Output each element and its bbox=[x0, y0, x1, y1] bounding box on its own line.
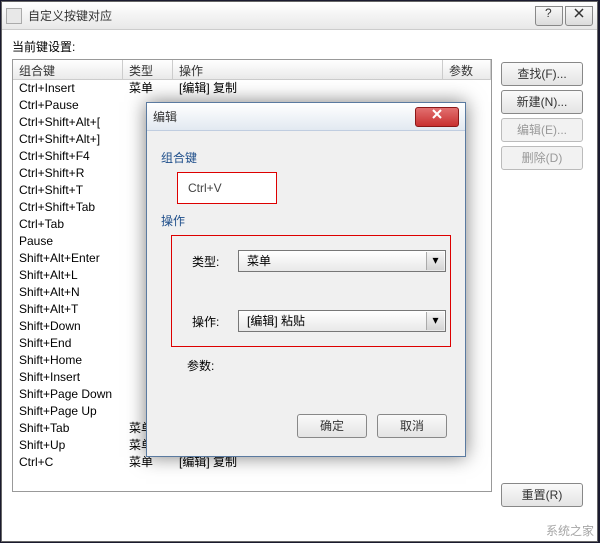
cell-combo: Ctrl+Shift+Tab bbox=[13, 199, 123, 216]
cancel-button[interactable]: 取消 bbox=[377, 414, 447, 438]
action-select[interactable]: [编辑] 粘贴 ▾ bbox=[238, 310, 446, 332]
action-group-label: 操作 bbox=[161, 212, 451, 229]
house-icon bbox=[516, 519, 542, 541]
close-main-button[interactable] bbox=[565, 6, 593, 26]
edit-body: 组合键 Ctrl+V 操作 类型: 菜单 ▾ 操作: [编辑] 粘贴 ▾ 参数: bbox=[147, 131, 465, 394]
cell-combo: Ctrl+Tab bbox=[13, 216, 123, 233]
cell-combo: Ctrl+Insert bbox=[13, 80, 123, 97]
main-titlebar: 自定义按键对应 ? bbox=[2, 2, 597, 30]
dialog-buttons: 确定 取消 bbox=[297, 414, 447, 442]
delete-button: 删除(D) bbox=[501, 146, 583, 170]
cell-combo: Shift+Down bbox=[13, 318, 123, 335]
edit-titlebar: 编辑 bbox=[147, 103, 465, 131]
table-header: 组合键 类型 操作 参数 bbox=[13, 60, 491, 80]
cell-action: [编辑] 复制 bbox=[173, 80, 443, 97]
svg-text:?: ? bbox=[545, 7, 552, 19]
cell-combo: Shift+Page Up bbox=[13, 403, 123, 420]
cell-combo: Ctrl+Pause bbox=[13, 97, 123, 114]
cell-combo: Shift+End bbox=[13, 335, 123, 352]
cell-combo: Pause bbox=[13, 233, 123, 250]
type-label: 类型: bbox=[192, 253, 238, 270]
cell-combo: Ctrl+Shift+Alt+[ bbox=[13, 114, 123, 131]
new-button[interactable]: 新建(N)... bbox=[501, 90, 583, 114]
cell-combo: Shift+Up bbox=[13, 437, 123, 454]
ok-button[interactable]: 确定 bbox=[297, 414, 367, 438]
help-button[interactable]: ? bbox=[535, 6, 563, 26]
cell-combo: Shift+Alt+T bbox=[13, 301, 123, 318]
cell-combo: Ctrl+Shift+F4 bbox=[13, 148, 123, 165]
table-row[interactable]: Ctrl+Insert菜单[编辑] 复制 bbox=[13, 80, 491, 97]
watermark-text: 系统之家 bbox=[546, 522, 594, 539]
cell-combo: Shift+Alt+Enter bbox=[13, 250, 123, 267]
close-icon[interactable] bbox=[415, 107, 459, 127]
col-type[interactable]: 类型 bbox=[123, 60, 173, 79]
cell-combo: Shift+Page Down bbox=[13, 386, 123, 403]
col-combo[interactable]: 组合键 bbox=[13, 60, 123, 79]
action-label: 操作: bbox=[192, 313, 238, 330]
find-button[interactable]: 查找(F)... bbox=[501, 62, 583, 86]
edit-button: 编辑(E)... bbox=[501, 118, 583, 142]
cell-combo: Ctrl+Shift+R bbox=[13, 165, 123, 182]
reset-button[interactable]: 重置(R) bbox=[501, 483, 583, 507]
main-title: 自定义按键对应 bbox=[28, 7, 533, 24]
chevron-down-icon: ▾ bbox=[426, 312, 444, 330]
x-icon bbox=[431, 108, 443, 120]
cell-type: 菜单 bbox=[123, 80, 173, 97]
cell-combo: Ctrl+Shift+Alt+] bbox=[13, 131, 123, 148]
combo-key-input[interactable]: Ctrl+V bbox=[177, 172, 277, 204]
param-label: 参数: bbox=[187, 357, 233, 374]
action-fields-highlight: 类型: 菜单 ▾ 操作: [编辑] 粘贴 ▾ bbox=[171, 235, 451, 347]
chevron-down-icon: ▾ bbox=[426, 252, 444, 270]
cell-combo: Ctrl+C bbox=[13, 454, 123, 471]
col-param[interactable]: 参数 bbox=[443, 60, 491, 79]
type-select[interactable]: 菜单 ▾ bbox=[238, 250, 446, 272]
app-icon bbox=[6, 8, 22, 24]
col-action[interactable]: 操作 bbox=[173, 60, 443, 79]
edit-title: 编辑 bbox=[153, 108, 415, 125]
type-value: 菜单 bbox=[247, 254, 271, 268]
cell-combo: Shift+Home bbox=[13, 352, 123, 369]
action-value: [编辑] 粘贴 bbox=[247, 314, 305, 328]
cell-combo: Shift+Tab bbox=[13, 420, 123, 437]
cell-combo: Shift+Alt+L bbox=[13, 267, 123, 284]
cell-combo: Ctrl+Shift+T bbox=[13, 182, 123, 199]
cell-combo: Shift+Insert bbox=[13, 369, 123, 386]
edit-dialog: 编辑 组合键 Ctrl+V 操作 类型: 菜单 ▾ 操作: [编辑] 粘贴 ▾ bbox=[146, 102, 466, 457]
combo-group-label: 组合键 bbox=[161, 149, 451, 166]
side-buttons: 查找(F)... 新建(N)... 编辑(E)... 删除(D) bbox=[501, 62, 583, 174]
current-settings-label: 当前键设置: bbox=[12, 38, 587, 55]
cell-combo: Shift+Alt+N bbox=[13, 284, 123, 301]
watermark: 系统之家 bbox=[516, 519, 594, 541]
